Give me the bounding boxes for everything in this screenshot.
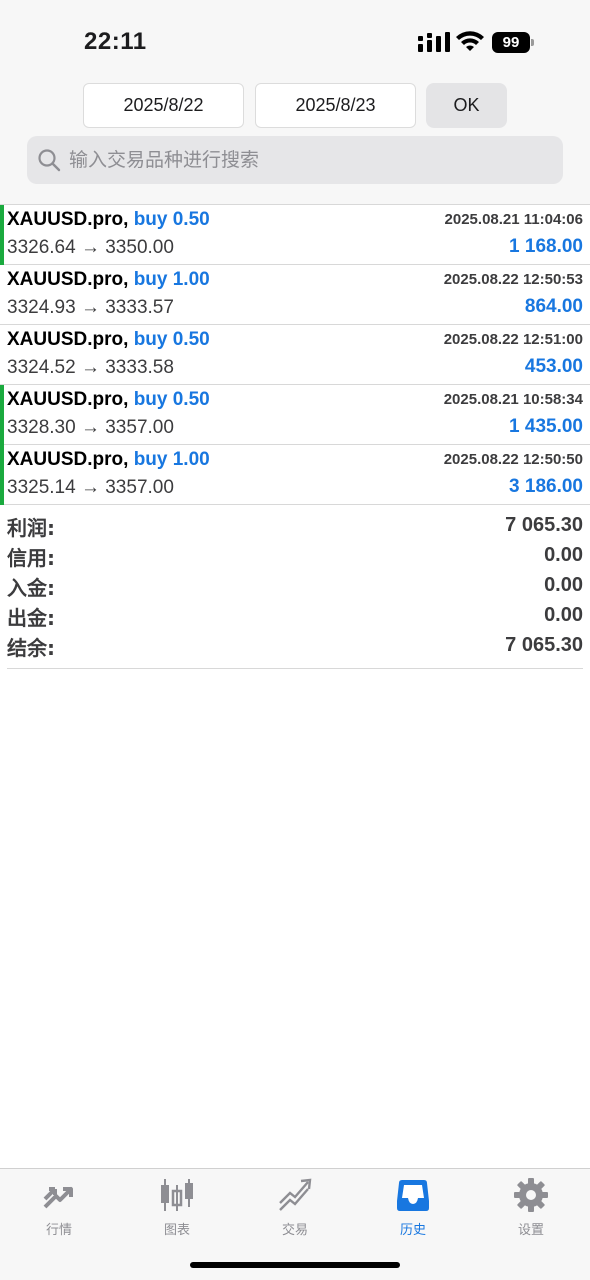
deal-symbol: XAUUSD.pro, buy 1.00	[7, 269, 210, 291]
deal-symbol-name: XAUUSD.pro,	[7, 269, 129, 290]
deal-type: buy 1.00	[133, 449, 210, 470]
battery-icon: 99	[492, 32, 534, 53]
deal-symbol: XAUUSD.pro, buy 0.50	[7, 329, 210, 351]
deal-symbol-name: XAUUSD.pro,	[7, 329, 129, 350]
history-inbox-icon	[397, 1180, 429, 1211]
tab-quotes[interactable]: 行情	[0, 1177, 118, 1238]
summary-label: 入金:	[7, 576, 55, 600]
summary-value: 0.00	[544, 574, 583, 596]
deal-marker	[0, 385, 4, 445]
search-box[interactable]	[27, 136, 563, 184]
deal-prices: 3324.93 → 3333.57	[7, 297, 174, 318]
account-summary: 利润: 7 065.30 信用: 0.00 入金: 0.00 出金: 0.00 结余: 7 065…	[7, 512, 583, 669]
deal-profit: 1 435.00	[509, 416, 583, 437]
deal-type: buy 0.50	[133, 209, 210, 230]
summary-label: 出金:	[7, 606, 55, 630]
status-time: 22:11	[84, 28, 147, 55]
tab-label: 图表	[163, 1223, 190, 1238]
tab-chart[interactable]: 图表	[118, 1177, 236, 1238]
tab-settings[interactable]: 设置	[472, 1177, 590, 1238]
summary-row: 入金: 0.00	[7, 572, 583, 602]
candlestick-chart-icon	[161, 1179, 193, 1211]
deal-prices: 3325.14 → 3357.00	[7, 477, 174, 498]
tab-history[interactable]: 历史	[354, 1177, 472, 1238]
deal-profit: 453.00	[524, 356, 583, 377]
deal-marker	[0, 205, 4, 265]
deal-symbol: XAUUSD.pro, buy 1.00	[7, 449, 210, 471]
deal-time: 2025.08.21 11:04:06	[444, 211, 583, 228]
deal-symbol: XAUUSD.pro, buy 0.50	[7, 389, 210, 411]
deal-time: 2025.08.22 12:50:53	[443, 271, 583, 288]
summary-label: 利润:	[7, 516, 55, 540]
deal-symbol-name: XAUUSD.pro,	[7, 209, 129, 230]
deal-row[interactable]: XAUUSD.pro, buy 1.00 3324.93 → 3333.57 202…	[0, 265, 590, 325]
summary-value: 7 065.30	[505, 634, 583, 656]
summary-row: 利润: 7 065.30	[7, 512, 583, 542]
summary-label: 信用:	[7, 546, 55, 570]
tab-label: 设置	[517, 1223, 544, 1238]
deal-type: buy 0.50	[133, 389, 210, 410]
deal-row[interactable]: XAUUSD.pro, buy 0.50 3328.30 → 3357.00 202…	[0, 385, 590, 445]
deal-time: 2025.08.22 12:51:00	[443, 331, 583, 348]
gear-icon	[514, 1178, 548, 1212]
search-input[interactable]	[69, 136, 549, 184]
battery-level: 99	[492, 32, 530, 53]
date-to-field[interactable]: 2025/8/23	[255, 83, 416, 128]
trade-trend-icon	[279, 1178, 312, 1211]
deal-profit: 3 186.00	[509, 476, 583, 497]
deal-symbol-name: XAUUSD.pro,	[7, 389, 129, 410]
status-bar: 22:11 99	[0, 0, 590, 80]
summary-label: 结余:	[7, 636, 55, 660]
home-indicator	[190, 1262, 400, 1268]
summary-value: 7 065.30	[505, 514, 583, 536]
tab-trade[interactable]: 交易	[236, 1177, 354, 1238]
deal-symbol: XAUUSD.pro, buy 0.50	[7, 209, 210, 231]
summary-row: 结余: 7 065.30	[7, 632, 583, 662]
summary-row: 信用: 0.00	[7, 542, 583, 572]
deal-list: XAUUSD.pro, buy 0.50 3326.64 → 3350.00 202…	[0, 204, 590, 505]
deal-type: buy 1.00	[133, 269, 210, 290]
tab-label: 交易	[281, 1223, 308, 1238]
tab-label: 行情	[45, 1223, 72, 1238]
summary-row: 出金: 0.00	[7, 602, 583, 632]
deal-marker	[0, 445, 4, 505]
deal-row[interactable]: XAUUSD.pro, buy 0.50 3326.64 → 3350.00 202…	[0, 205, 590, 265]
deal-prices: 3326.64 → 3350.00	[7, 237, 174, 258]
deal-row[interactable]: XAUUSD.pro, buy 0.50 3324.52 → 3333.58 202…	[0, 325, 590, 385]
deal-profit: 1 168.00	[509, 236, 583, 257]
ok-button[interactable]: OK	[426, 83, 507, 128]
deal-symbol-name: XAUUSD.pro,	[7, 449, 129, 470]
deal-time: 2025.08.21 10:58:34	[443, 391, 583, 408]
summary-value: 0.00	[544, 604, 583, 626]
summary-value: 0.00	[544, 544, 583, 566]
quotes-arrows-icon	[43, 1187, 73, 1209]
search-icon	[38, 149, 61, 172]
wifi-icon	[456, 31, 484, 51]
deal-time: 2025.08.22 12:50:50	[443, 451, 583, 468]
history-filter: 2025/8/22 2025/8/23 OK	[0, 80, 590, 204]
deal-profit: 864.00	[524, 296, 583, 317]
deal-row[interactable]: XAUUSD.pro, buy 1.00 3325.14 → 3357.00 202…	[0, 445, 590, 505]
deal-prices: 3328.30 → 3357.00	[7, 417, 174, 438]
cellular-signal-icon	[418, 32, 450, 52]
date-from-field[interactable]: 2025/8/22	[83, 83, 244, 128]
tab-label: 历史	[399, 1223, 426, 1238]
deal-type: buy 0.50	[133, 329, 210, 350]
deal-prices: 3324.52 → 3333.58	[7, 357, 174, 378]
